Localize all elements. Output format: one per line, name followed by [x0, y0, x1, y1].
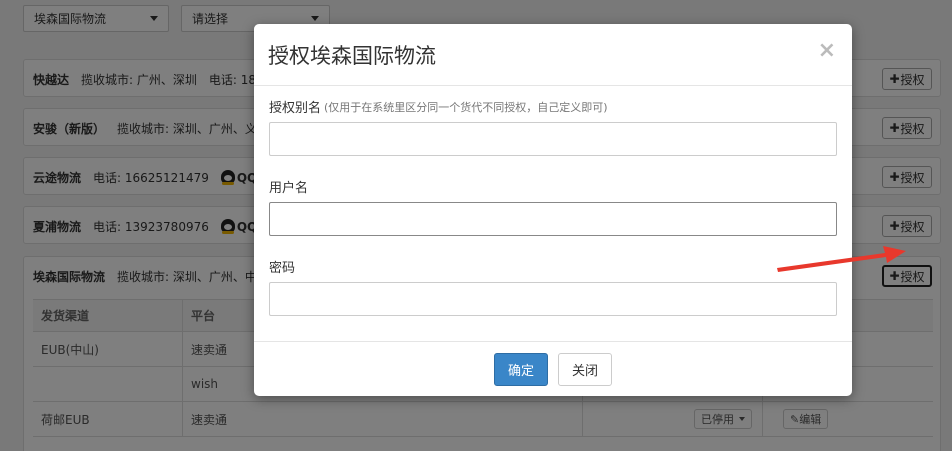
- modal-header: 授权埃森国际物流 ×: [254, 24, 852, 86]
- username-input[interactable]: [269, 202, 837, 236]
- password-label: 密码: [269, 261, 296, 276]
- modal-title: 授权埃森国际物流: [268, 43, 436, 68]
- username-label: 用户名: [269, 181, 309, 196]
- password-input[interactable]: [269, 282, 837, 316]
- alias-hint: (仅用于在系统里区分同一个货代不同授权，自己定义即可): [324, 100, 608, 114]
- confirm-button[interactable]: 确定: [494, 352, 548, 386]
- alias-label: 授权别名: [269, 101, 322, 116]
- close-button[interactable]: 关闭: [558, 352, 612, 386]
- modal-body: 授权别名 (仅用于在系统里区分同一个货代不同授权，自己定义即可) 用户名 密码: [254, 86, 852, 316]
- modal-footer: 确定 关闭: [254, 341, 852, 396]
- password-label-row: 密码: [269, 258, 837, 276]
- username-label-row: 用户名: [269, 178, 837, 196]
- close-icon[interactable]: ×: [818, 40, 836, 62]
- alias-label-row: 授权别名 (仅用于在系统里区分同一个货代不同授权，自己定义即可): [269, 98, 837, 117]
- alias-input[interactable]: [269, 122, 837, 156]
- auth-modal: 授权埃森国际物流 × 授权别名 (仅用于在系统里区分同一个货代不同授权，自己定义…: [254, 24, 852, 396]
